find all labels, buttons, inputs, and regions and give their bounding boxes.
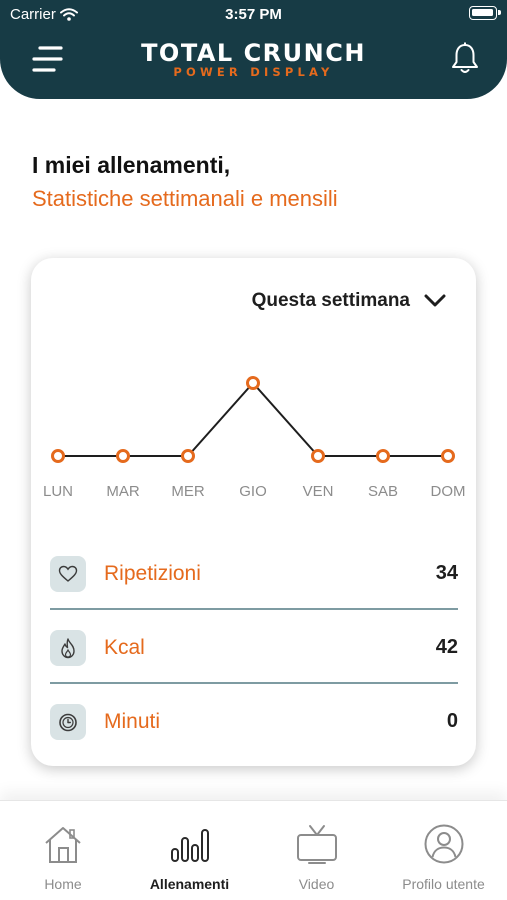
tab-label: Video bbox=[298, 876, 335, 892]
x-tick-label: SAB bbox=[368, 483, 398, 500]
stat-value: 42 bbox=[435, 636, 458, 658]
page-title: I miei allenamenti, bbox=[32, 152, 231, 178]
x-tick-label: LUN bbox=[43, 483, 73, 500]
user-icon bbox=[424, 824, 463, 864]
stat-label: Kcal bbox=[104, 636, 145, 659]
chevron-down-icon bbox=[424, 294, 446, 307]
stat-row-minuti: Minuti 0 bbox=[50, 686, 458, 758]
data-point-sab bbox=[376, 449, 390, 463]
tab-label: Home bbox=[44, 876, 82, 892]
x-tick-label: MAR bbox=[106, 483, 140, 500]
notifications-button[interactable] bbox=[450, 42, 480, 76]
period-dropdown[interactable]: Questa settimana bbox=[252, 290, 446, 312]
app-screen: Carrier 3:57 PM TOTAL CRUNCH POWER DISPL… bbox=[0, 0, 507, 900]
data-point-mar bbox=[116, 449, 130, 463]
tv-icon bbox=[296, 825, 337, 864]
bell-icon bbox=[452, 42, 478, 73]
series-line bbox=[58, 381, 448, 457]
tab-profilo-utente[interactable]: Profilo utente bbox=[380, 801, 507, 900]
status-bar: Carrier 3:57 PM bbox=[0, 0, 507, 30]
heart-icon bbox=[50, 556, 86, 592]
period-selected-label: Questa settimana bbox=[251, 290, 410, 311]
logo-subtitle: POWER DISPLAY bbox=[173, 65, 334, 79]
bottom-tab-bar: Home Allenamenti Video Profilo utente bbox=[0, 800, 507, 900]
data-point-ven bbox=[311, 449, 325, 463]
bar-chart-icon bbox=[170, 829, 209, 862]
divider bbox=[50, 682, 458, 684]
data-point-lun bbox=[51, 449, 65, 463]
stat-value: 34 bbox=[435, 562, 458, 584]
stopwatch-icon bbox=[50, 704, 86, 740]
menu-button[interactable] bbox=[30, 44, 64, 74]
tab-home[interactable]: Home bbox=[0, 801, 126, 900]
hamburger-icon bbox=[32, 46, 63, 72]
logo-title: TOTAL CRUNCH bbox=[141, 39, 366, 67]
stats-card: Questa settimana LUN MAR MER GIO VEN SAB DOM R… bbox=[31, 258, 476, 766]
app-header: Carrier 3:57 PM TOTAL CRUNCH POWER DISPL… bbox=[0, 0, 507, 99]
stat-row-kcal: Kcal 42 bbox=[50, 612, 458, 684]
stat-row-ripetizioni: Ripetizioni 34 bbox=[50, 538, 458, 610]
tab-video[interactable]: Video bbox=[253, 801, 380, 900]
stat-label: Minuti bbox=[104, 710, 161, 733]
weekly-line-chart: LUN MAR MER GIO VEN SAB DOM bbox=[43, 376, 466, 500]
x-tick-label: GIO bbox=[239, 483, 267, 500]
divider bbox=[50, 608, 458, 610]
data-point-mer bbox=[181, 449, 195, 463]
tab-label: Allenamenti bbox=[149, 876, 230, 892]
stat-value: 0 bbox=[446, 710, 458, 732]
flame-icon bbox=[50, 630, 86, 666]
tab-label: Profilo utente bbox=[402, 876, 485, 892]
battery-icon bbox=[469, 6, 501, 20]
app-logo: TOTAL CRUNCH POWER DISPLAY bbox=[100, 40, 407, 78]
x-tick-label: MER bbox=[171, 483, 205, 500]
stat-label: Ripetizioni bbox=[104, 562, 201, 585]
page-subtitle: Statistiche settimanali e mensili bbox=[32, 186, 338, 211]
tab-allenamenti[interactable]: Allenamenti bbox=[126, 801, 253, 900]
home-icon bbox=[45, 827, 81, 863]
status-time: 3:57 PM bbox=[225, 6, 282, 23]
data-point-gio bbox=[246, 376, 260, 390]
x-tick-label: VEN bbox=[303, 483, 334, 500]
x-tick-label: DOM bbox=[431, 483, 466, 500]
data-point-dom bbox=[441, 449, 455, 463]
